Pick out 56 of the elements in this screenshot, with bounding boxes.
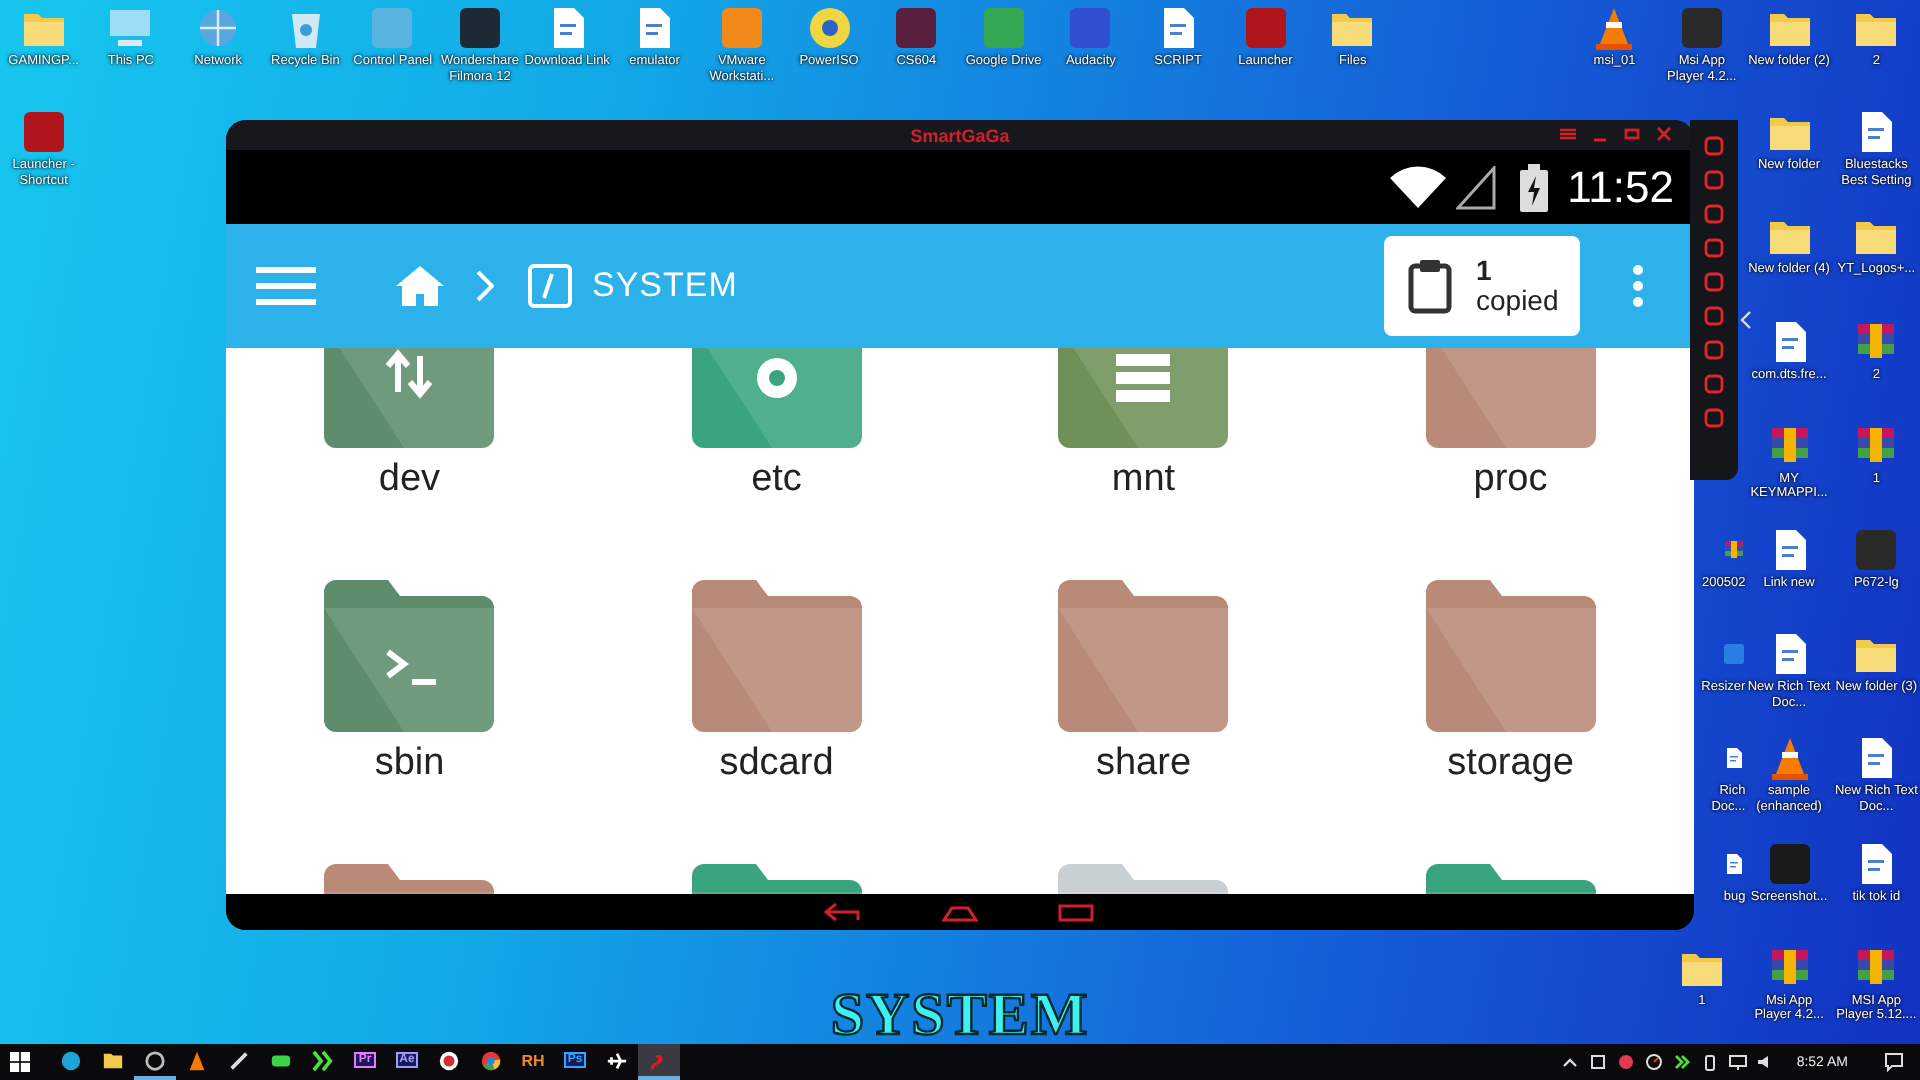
menu-icon[interactable]	[1558, 124, 1578, 144]
clipboard-icon	[1408, 258, 1452, 314]
app-icon[interactable]	[892, 6, 941, 50]
folder-name[interactable]: mnt	[1111, 458, 1176, 502]
fan-icon[interactable]	[1616, 1052, 1637, 1072]
window-icon[interactable]	[1588, 1052, 1609, 1072]
system-folder-icon	[528, 264, 572, 308]
folder-name[interactable]: share	[1095, 742, 1192, 786]
wifi-icon	[1387, 165, 1448, 209]
folder-name[interactable]: storage	[1447, 742, 1574, 786]
airplane-icon	[606, 1049, 628, 1071]
recent-apps-icon[interactable]	[1056, 902, 1096, 922]
folder-icon[interactable]	[691, 580, 862, 732]
monitor-icon[interactable]	[1728, 1052, 1749, 1072]
traffic-cone-icon	[186, 1049, 208, 1071]
app-icon[interactable]	[19, 110, 68, 155]
folder-name[interactable]: sdcard	[719, 742, 834, 786]
usb-icon[interactable]	[1700, 1052, 1721, 1072]
app-icon[interactable]	[455, 6, 504, 50]
pen-icon	[228, 1049, 250, 1071]
chevron-right-icon	[474, 270, 494, 302]
menu-icon[interactable]	[256, 266, 316, 306]
home-icon[interactable]	[396, 266, 444, 306]
clipboard-label: copied	[1476, 286, 1559, 316]
window-title: SmartGaGa	[910, 125, 1010, 145]
folder-name[interactable]: sbin	[374, 742, 445, 786]
folder-name[interactable]: etc	[751, 458, 802, 502]
folder-name[interactable]: proc	[1473, 458, 1548, 502]
more-options-icon[interactable]	[1632, 264, 1644, 308]
folder-icon[interactable]	[1058, 580, 1229, 732]
clipboard-chip[interactable]: 1 copied	[1384, 236, 1580, 336]
gauge-icon[interactable]	[1644, 1052, 1665, 1072]
video-caption: SYSTEM	[830, 982, 1090, 1050]
taskbar-app[interactable]: RH	[512, 1044, 554, 1080]
folder-icon	[102, 1049, 124, 1071]
arrows-icon[interactable]	[1672, 1052, 1693, 1072]
clipboard-count: 1	[1476, 256, 1494, 286]
chevron-left-icon[interactable]	[1740, 310, 1752, 330]
home-icon[interactable]	[940, 902, 980, 922]
close-icon[interactable]	[1654, 124, 1674, 144]
maximize-icon[interactable]	[1622, 124, 1642, 144]
chevrons-icon	[312, 1049, 334, 1071]
battery-icon	[1519, 163, 1548, 211]
folder-icon[interactable]	[324, 580, 495, 732]
notification-icon[interactable]	[1884, 1052, 1904, 1072]
ring-icon	[144, 1049, 166, 1071]
browser-icon	[60, 1049, 82, 1071]
browser-icon	[480, 1049, 502, 1071]
status-time: 11:52	[1567, 161, 1674, 213]
signal-icon	[1455, 165, 1496, 209]
back-icon[interactable]	[824, 902, 864, 922]
record-icon	[438, 1049, 460, 1071]
disc-icon[interactable]	[805, 6, 854, 50]
folder-icon[interactable]	[1425, 580, 1596, 732]
folder-name[interactable]: dev	[378, 458, 441, 502]
start-icon[interactable]	[10, 1052, 30, 1072]
